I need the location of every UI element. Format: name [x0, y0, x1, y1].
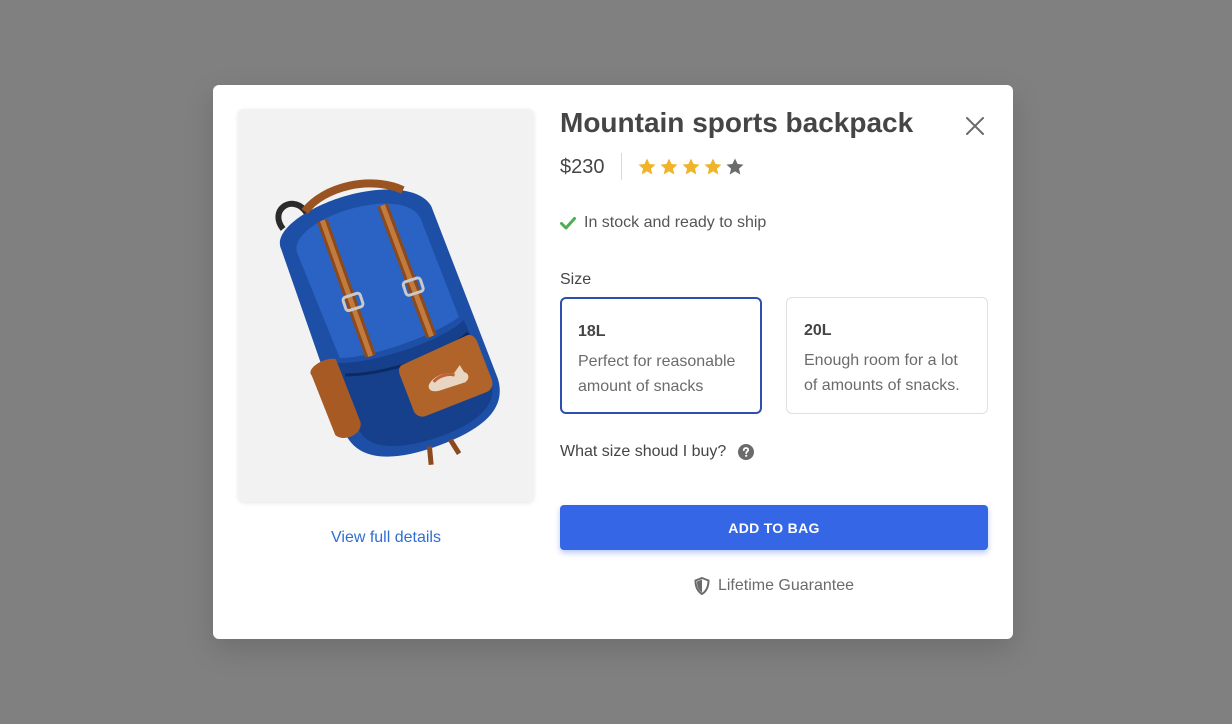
product-image-card	[238, 109, 534, 502]
star-rating	[637, 157, 745, 177]
size-option-name: 18L	[578, 323, 606, 340]
stock-text: In stock and ready to ship	[584, 214, 767, 231]
check-icon	[560, 217, 576, 230]
add-to-bag-button[interactable]: ADD TO BAG	[560, 505, 988, 550]
size-option-18l[interactable]: 18L Perfect for reasonable amount of sna…	[560, 297, 762, 414]
shield-icon	[694, 577, 710, 595]
star-icon	[638, 158, 656, 175]
product-title: Mountain sports backpack	[560, 107, 914, 138]
star-icon	[704, 158, 722, 175]
close-icon	[966, 117, 984, 135]
size-help-text: What size shoud I buy?	[560, 443, 727, 460]
stock-status: In stock and ready to ship	[560, 214, 766, 232]
price-rating-divider	[621, 153, 622, 180]
size-option-name: 20L	[804, 322, 832, 339]
close-button[interactable]	[962, 113, 988, 139]
size-help-link[interactable]: What size shoud I buy?	[560, 443, 755, 461]
backpack-image	[275, 179, 500, 466]
size-option-description: Perfect for reasonable amount of snacks	[578, 353, 736, 395]
view-full-details-link[interactable]: View full details	[238, 529, 534, 547]
product-quickview-modal: View full details Mountain sports backpa…	[213, 85, 1013, 639]
guarantee-text: Lifetime Guarantee	[717, 577, 855, 594]
star-icon	[726, 158, 744, 175]
size-option-description: Enough room for a lot of amounts of snac…	[804, 352, 960, 394]
size-option-20l[interactable]: 20L Enough room for a lot of amounts of …	[786, 297, 988, 414]
lifetime-guarantee: Lifetime Guarantee	[560, 577, 988, 595]
question-circle-icon	[738, 444, 755, 460]
product-price: $230	[560, 156, 605, 178]
star-icon	[660, 158, 678, 175]
star-icon	[682, 158, 700, 175]
size-label: Size	[560, 271, 592, 288]
